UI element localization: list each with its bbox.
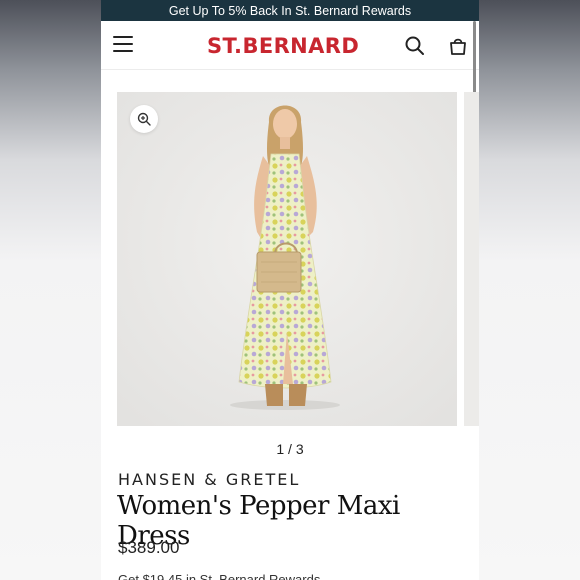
model-in-floral-maxi-dress-icon	[117, 92, 457, 426]
image-counter: 1 / 3	[276, 441, 304, 457]
product-gallery[interactable]	[117, 92, 479, 426]
product-image[interactable]	[117, 92, 457, 426]
mobile-page: Get Up To 5% Back In St. Bernard Rewards…	[101, 0, 479, 580]
search-icon[interactable]	[404, 35, 426, 57]
site-header: ST.BERNARD	[101, 21, 479, 70]
product-brand[interactable]: HANSEN & GRETEL	[118, 470, 300, 489]
promo-banner-text[interactable]: Get Up To 5% Back In St. Bernard Rewards	[169, 4, 411, 18]
zoom-button[interactable]	[130, 105, 158, 133]
promo-banner[interactable]: Get Up To 5% Back In St. Bernard Rewards	[101, 0, 479, 21]
scrollbar[interactable]	[473, 21, 476, 95]
bag-icon[interactable]	[447, 35, 469, 57]
next-product-image-peek[interactable]	[464, 92, 479, 426]
zoom-in-icon	[137, 112, 151, 126]
site-logo[interactable]: ST.BERNARD	[207, 34, 359, 58]
rewards-text: Get $19.45 in St. Bernard Rewards	[118, 572, 321, 580]
product-price: $389.00	[118, 538, 180, 557]
menu-icon[interactable]	[113, 36, 133, 52]
